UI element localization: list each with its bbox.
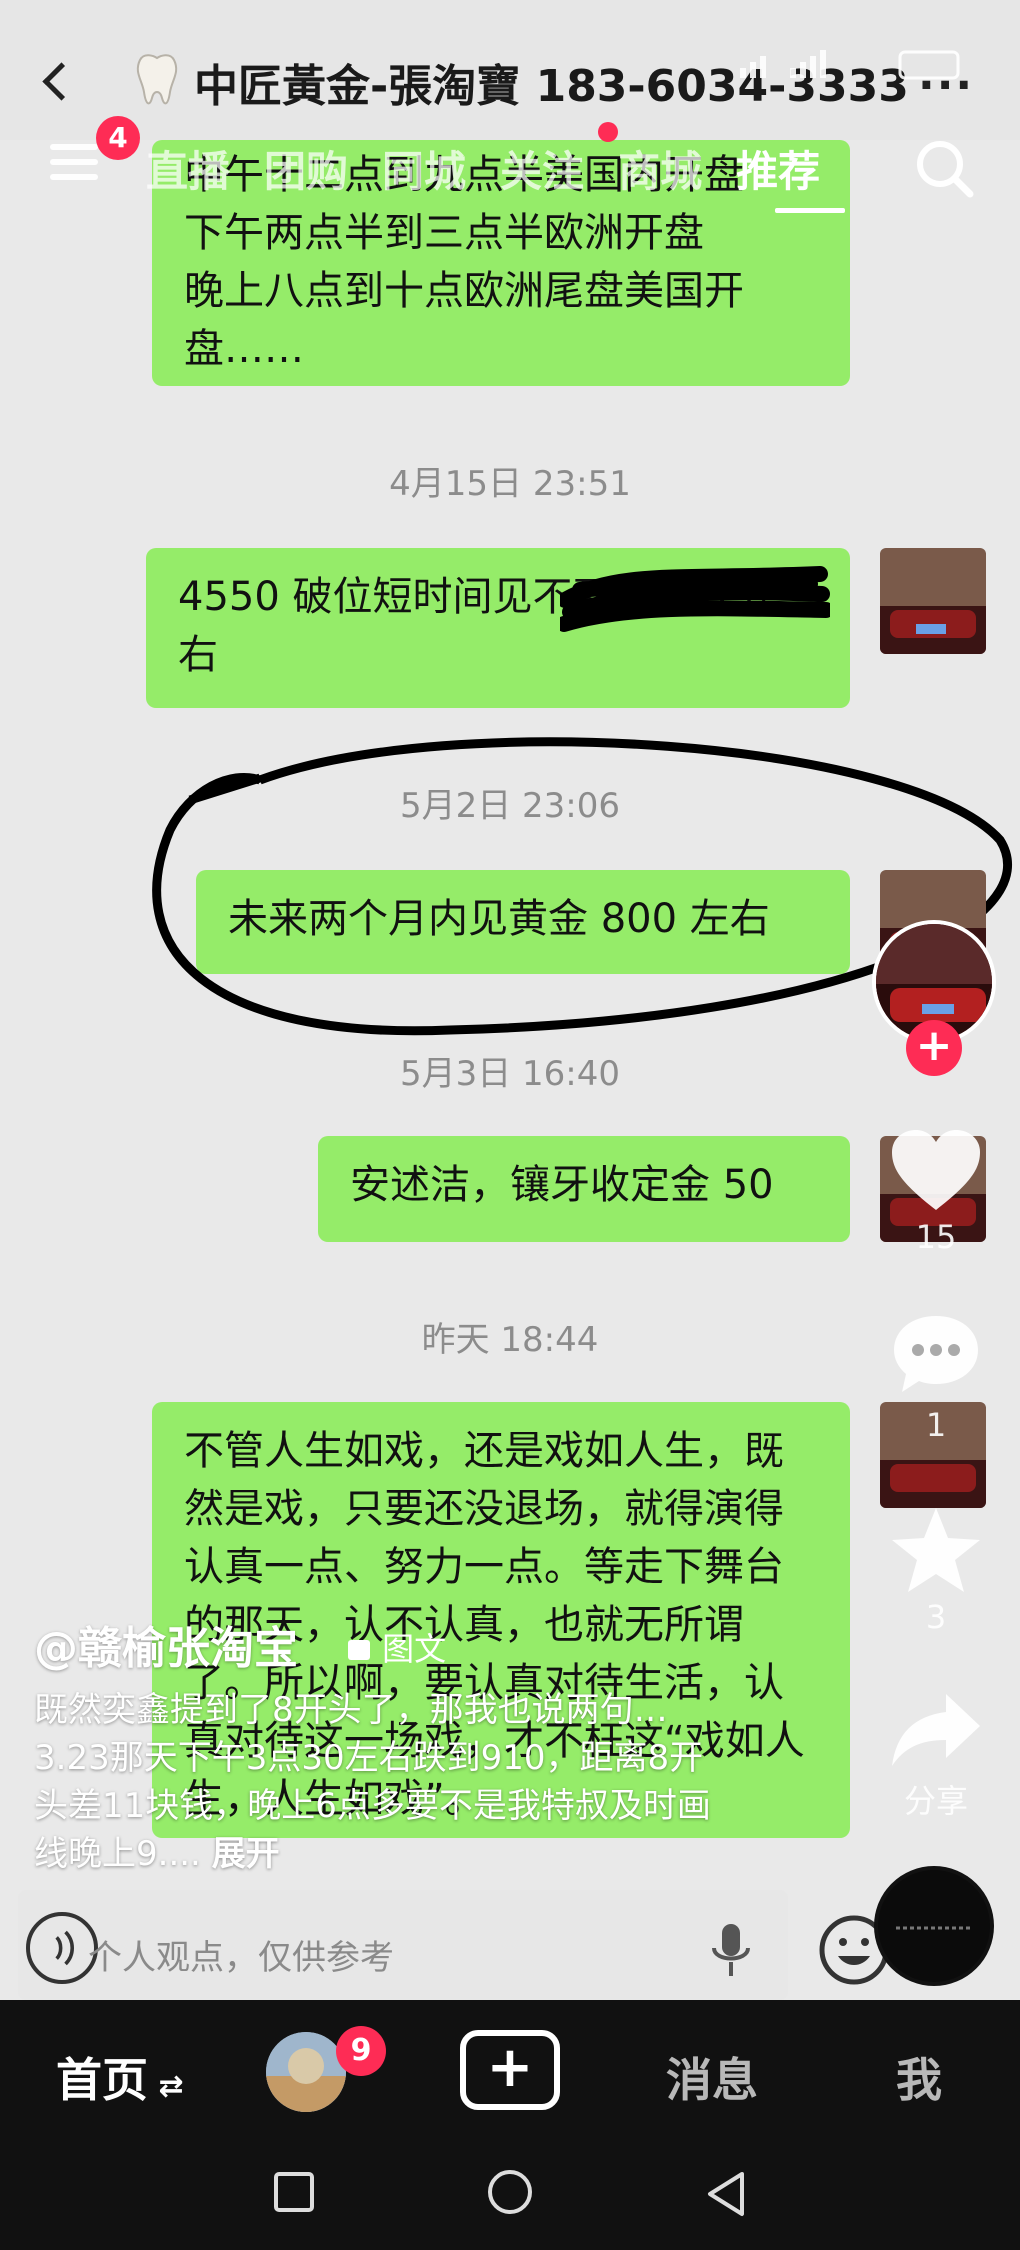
menu-badge: 4 — [96, 116, 140, 160]
timestamp-3: 5月3日 16:40 — [399, 1054, 621, 1094]
like-icon[interactable] — [890, 1128, 982, 1212]
friends-badge: 9 — [336, 2026, 386, 2076]
share-arrow-icon[interactable] — [890, 1690, 982, 1768]
favorite-count: 3 — [925, 1598, 947, 1636]
search-icon[interactable] — [912, 136, 976, 200]
caption-tag-label: 图文 — [382, 1630, 447, 1668]
timestamp-4: 昨天 18:44 — [421, 1320, 599, 1360]
follow-button[interactable]: + — [906, 1020, 962, 1076]
back-icon[interactable] — [36, 56, 76, 106]
tab-mall[interactable]: 商城 — [618, 138, 702, 199]
tab-friends[interactable] — [266, 2032, 346, 2112]
tab-local[interactable]: 同城 — [382, 138, 466, 199]
active-tab-indicator — [775, 208, 845, 213]
menu-icon[interactable] — [50, 144, 98, 184]
tab-group-buy[interactable]: 团购 — [264, 138, 348, 199]
more-icon[interactable]: ··· — [918, 60, 974, 111]
comment-icon[interactable] — [890, 1312, 982, 1396]
caption-text: 既然奕鑫提到了8开头了，那我也说两句…3.23那天下午3点30左右跌到910，距… — [34, 1686, 734, 1878]
share-label: 分享 — [903, 1782, 968, 1820]
swap-arrows-icon: ⇄ — [148, 2069, 184, 2104]
tooth-icon — [136, 54, 178, 105]
create-button[interactable]: + — [460, 2030, 560, 2110]
caption-body: 既然奕鑫提到了8开头了，那我也说两句…3.23那天下午3点30左右跌到910，距… — [34, 1690, 711, 1874]
tab-home[interactable]: 首页 ⇄ — [56, 2044, 184, 2110]
back-nav-icon[interactable] — [704, 2170, 748, 2218]
tab-following[interactable]: 关注 — [500, 138, 584, 199]
home-nav-icon[interactable] — [486, 2170, 534, 2218]
tab-me[interactable]: 我 — [896, 2044, 942, 2110]
top-nav-tabs: 直播 团购 同城 关注 商城 推荐 — [146, 138, 820, 199]
caption-tag: 图文 — [346, 1624, 446, 1670]
comment-count: 1 — [925, 1406, 947, 1444]
tab-live[interactable]: 直播 — [146, 138, 230, 199]
music-disc-icon[interactable] — [874, 1866, 994, 1986]
redaction-scribble — [560, 566, 830, 632]
sender-avatar[interactable] — [880, 548, 986, 654]
caption-author[interactable]: @赣榆张淘宝 — [34, 1612, 298, 1676]
expand-link[interactable]: 展开 — [212, 1834, 280, 1874]
tab-recommend[interactable]: 推荐 — [736, 138, 820, 199]
timestamp-1: 4月15日 23:51 — [389, 464, 631, 504]
image-text-icon — [348, 1640, 370, 1660]
comment-input[interactable]: 个人观点，仅供参考 — [88, 1930, 394, 1979]
like-count: 15 — [915, 1218, 957, 1256]
tab-messages[interactable]: 消息 — [666, 2044, 758, 2110]
tab-home-label: 首页 — [56, 2053, 148, 2107]
recent-apps-icon[interactable] — [272, 2170, 316, 2214]
chat-bubble-4: 安述洁，镶牙收定金 50 — [318, 1136, 850, 1242]
favorite-star-icon[interactable] — [888, 1504, 984, 1596]
notification-dot — [598, 122, 618, 142]
microphone-icon[interactable] — [706, 1920, 756, 1980]
